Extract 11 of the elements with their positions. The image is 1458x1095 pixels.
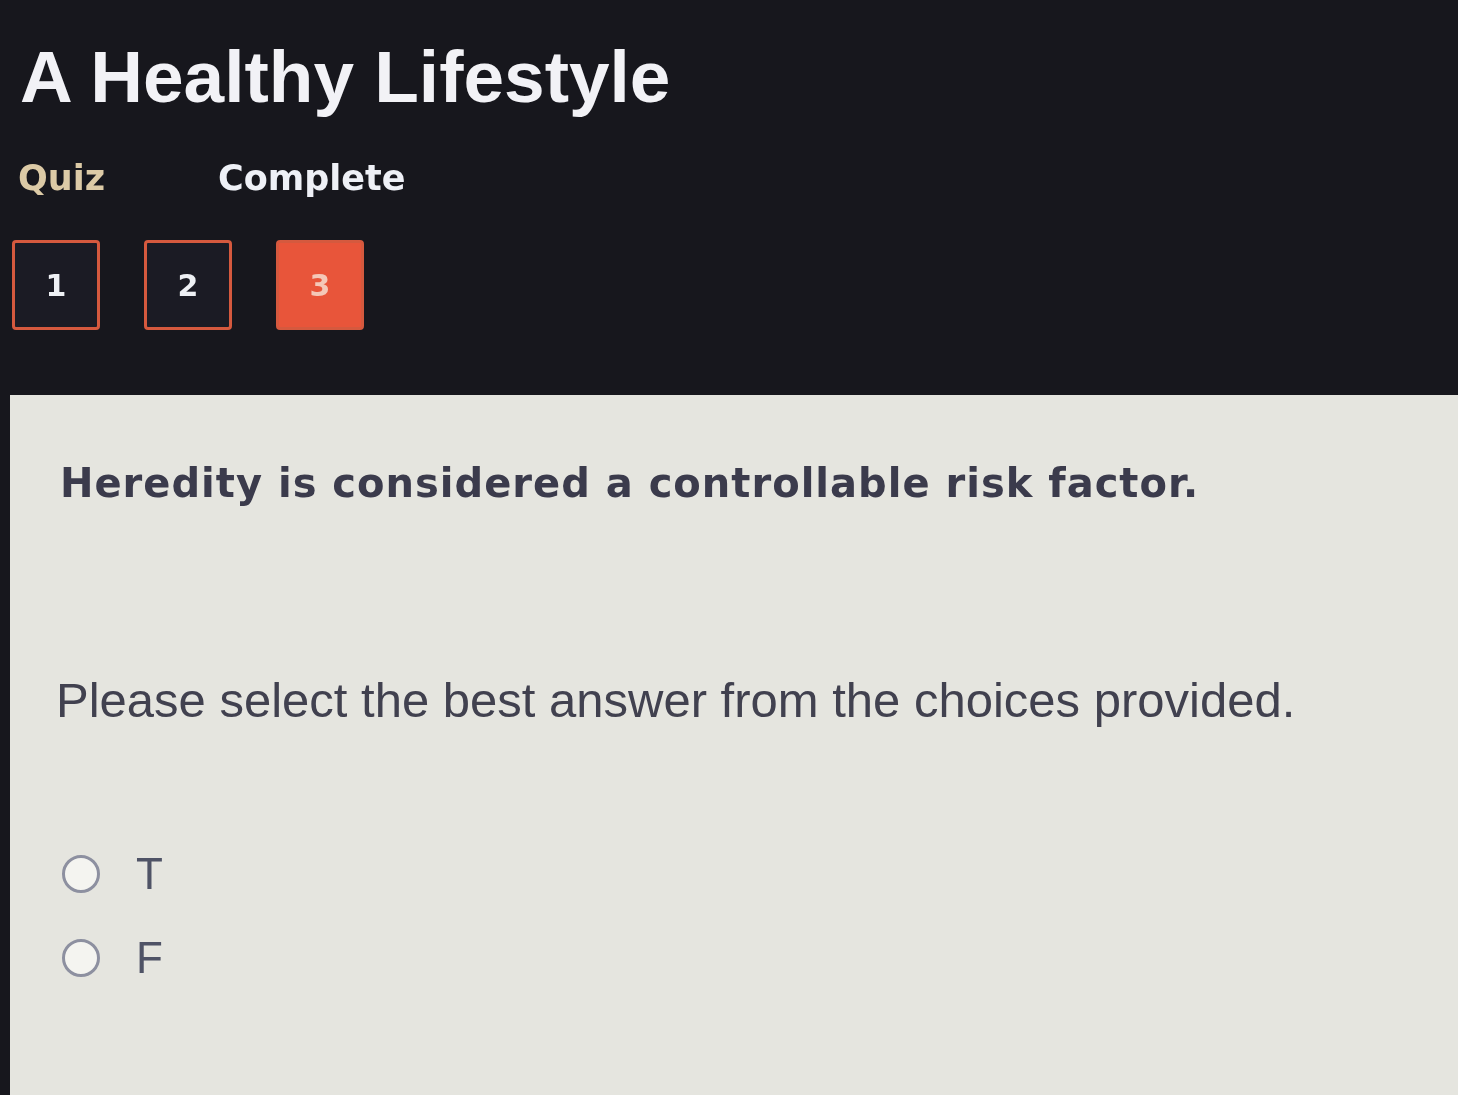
tab[interactable]: Complete [214,156,414,200]
tab[interactable]: Quiz [14,156,214,200]
radio-button[interactable] [62,939,100,977]
radio-button[interactable] [62,855,100,893]
question-text: Heredity is considered a controllable risk factor. [60,459,1200,508]
question-number-button[interactable]: 2 [144,240,232,330]
page-title: A Healthy Lifestyle [20,35,671,119]
option-label[interactable]: T [136,850,163,898]
option-label[interactable]: F [136,934,163,982]
question-number-button[interactable]: 1 [12,240,100,330]
instruction-text: Please select the best answer from the choices provided. [56,672,1296,729]
